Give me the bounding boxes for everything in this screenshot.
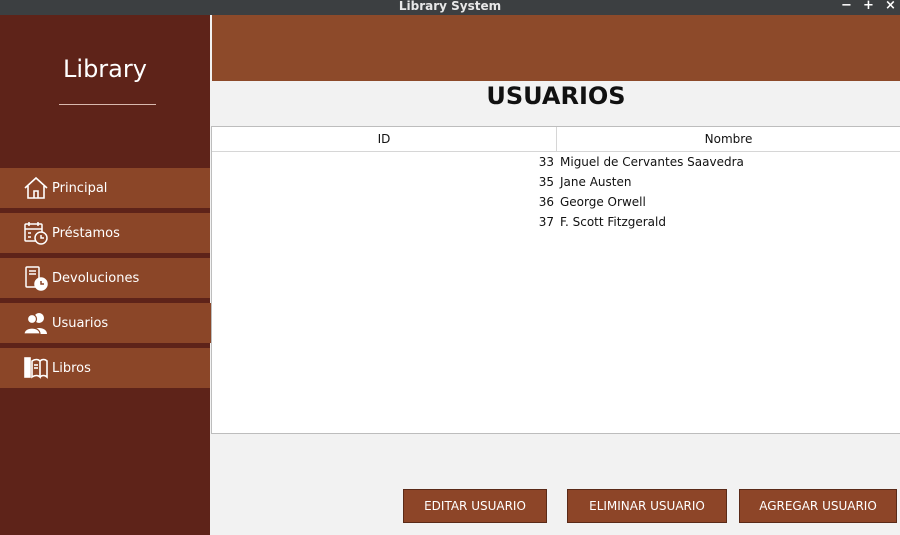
return-book-icon [23,265,49,291]
sidebar-item-label: Devoluciones [52,270,140,286]
cell-id: 35 [538,175,554,189]
delete-user-button[interactable]: ELIMINAR USUARIO [567,489,727,523]
page-title: USUARIOS [486,82,626,110]
column-header-id[interactable]: ID [212,127,557,151]
maximize-button[interactable]: + [863,0,874,12]
cell-id: 37 [538,215,554,229]
cell-id: 36 [538,195,554,209]
table-row[interactable]: 37 F. Scott Fitzgerald [212,212,900,232]
table-header: ID Nombre [212,127,900,152]
users-icon [23,310,49,336]
sidebar-item-prestamos[interactable]: Préstamos [0,213,210,253]
cell-name: George Orwell [560,195,646,209]
table-row[interactable]: 33 Miguel de Cervantes Saavedra [212,152,900,172]
window-titlebar: Library System − + × [0,0,900,15]
table-row[interactable]: 35 Jane Austen [212,172,900,192]
cell-id: 33 [538,155,554,169]
column-header-name[interactable]: Nombre [557,127,900,151]
table-row[interactable]: 36 George Orwell [212,192,900,212]
sidebar-item-devoluciones[interactable]: Devoluciones [0,258,210,298]
minimize-button[interactable]: − [841,0,852,12]
cell-name: Miguel de Cervantes Saavedra [560,155,744,169]
app-logo: Library [63,55,147,83]
edit-user-button[interactable]: EDITAR USUARIO [403,489,547,523]
sidebar-item-libros[interactable]: Libros [0,348,210,388]
book-icon [23,355,49,381]
sidebar-item-label: Usuarios [52,315,109,331]
sidebar-item-label: Principal [52,180,108,196]
sidebar-item-usuarios[interactable]: Usuarios [0,303,212,343]
users-table[interactable]: ID Nombre 33 Miguel de Cervantes Saavedr… [211,126,900,434]
logo-divider [59,104,156,105]
sidebar-item-label: Libros [52,360,91,376]
home-icon [23,175,49,201]
add-user-button[interactable]: AGREGAR USUARIO [739,489,897,523]
close-button[interactable]: × [885,0,896,12]
sidebar-item-label: Préstamos [52,225,120,241]
top-header [212,15,900,81]
sidebar-item-principal[interactable]: Principal [0,168,210,208]
cell-name: Jane Austen [560,175,632,189]
cell-name: F. Scott Fitzgerald [560,215,666,229]
window-title: Library System [398,0,502,13]
calendar-icon [23,220,49,246]
